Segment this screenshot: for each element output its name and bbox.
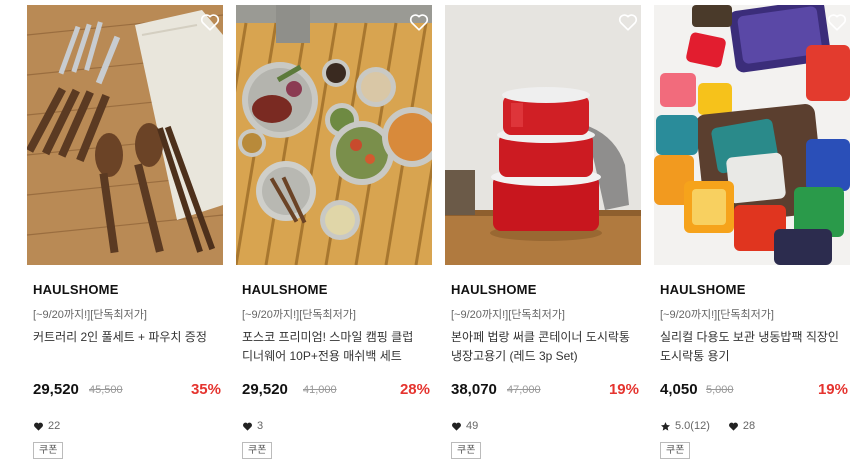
wishlist-heart-icon[interactable]	[199, 11, 221, 33]
star-filled-icon	[661, 421, 670, 431]
product-image-cutlery[interactable]	[27, 5, 223, 265]
product-photo	[27, 5, 223, 265]
product-card[interactable]: HAULSHOME [~9/20까지!][단독최저가] 본아페 법랑 써클 콘테…	[445, 5, 641, 467]
like-count: 3	[257, 420, 264, 432]
product-image-dinnerware[interactable]	[236, 5, 432, 265]
discount-rate: 19%	[608, 381, 639, 398]
original-price: 5,000	[706, 384, 734, 396]
product-title[interactable]: 실리컬 다용도 보관 냉동밥팩 직장인 도시락통 용기	[660, 328, 848, 366]
price-row: 38,070 47,000 19%	[451, 381, 641, 401]
heart-filled-icon	[728, 422, 738, 431]
original-price: 41,000	[303, 384, 337, 396]
wishlist-heart-icon[interactable]	[826, 11, 848, 33]
brand-name[interactable]: HAULSHOME	[33, 282, 119, 297]
product-title[interactable]: 포스코 프리미엄! 스마일 캠핑 클럽 디너웨어 10P+전용 매쉬백 세트	[242, 328, 430, 366]
wishlist-heart-icon[interactable]	[408, 11, 430, 33]
promo-tag: [~9/20까지!][단독최저가]	[33, 309, 147, 321]
sale-price: 29,520	[242, 381, 288, 398]
heart-filled-icon	[243, 422, 252, 431]
brand-name[interactable]: HAULSHOME	[451, 282, 537, 297]
like-count: 49	[466, 420, 479, 432]
coupon-badge: 쿠폰	[242, 442, 273, 459]
price-row: 29,520 45,500 35%	[33, 381, 223, 401]
original-price: 47,000	[507, 384, 541, 396]
product-title[interactable]: 본아페 법랑 써클 콘테이너 도시락통 냉장고용기 (레드 3p Set)	[451, 328, 639, 366]
price-row: 4,050 5,000 19%	[660, 381, 850, 401]
product-meta: 22	[33, 418, 60, 434]
discount-rate: 28%	[399, 381, 430, 398]
like-count: 22	[48, 420, 61, 432]
like-count: 28	[742, 420, 756, 432]
product-meta: 5.0(12) 28	[660, 418, 755, 434]
brand-name[interactable]: HAULSHOME	[660, 282, 746, 297]
product-photo	[445, 5, 641, 265]
product-meta: 49	[451, 418, 478, 434]
product-photo	[236, 5, 432, 265]
promo-tag: [~9/20까지!][단독최저가]	[660, 309, 774, 321]
wishlist-heart-icon[interactable]	[617, 11, 639, 33]
heart-filled-icon	[34, 422, 43, 431]
product-grid: HAULSHOME [~9/20까지!][단독최저가] 커트러리 2인 풀세트 …	[0, 0, 866, 472]
discount-rate: 19%	[817, 381, 848, 398]
product-card[interactable]: HAULSHOME [~9/20까지!][단독최저가] 실리컬 다용도 보관 냉…	[654, 5, 850, 467]
product-title[interactable]: 커트러리 2인 풀세트 + 파우치 증정	[33, 328, 221, 347]
product-card[interactable]: HAULSHOME [~9/20까지!][단독최저가] 커트러리 2인 풀세트 …	[27, 5, 223, 467]
coupon-badge: 쿠폰	[660, 442, 691, 459]
promo-tag: [~9/20까지!][단독최저가]	[242, 309, 356, 321]
coupon-badge: 쿠폰	[33, 442, 64, 459]
price-row: 29,520 41,000 28%	[242, 381, 432, 401]
promo-tag: [~9/20까지!][단독최저가]	[451, 309, 565, 321]
product-image-silicone-containers[interactable]	[654, 5, 850, 265]
sale-price: 4,050	[660, 381, 698, 398]
product-card[interactable]: HAULSHOME [~9/20까지!][단독최저가] 포스코 프리미엄! 스마…	[236, 5, 432, 467]
heart-filled-icon	[452, 422, 461, 431]
brand-name[interactable]: HAULSHOME	[242, 282, 328, 297]
product-meta: 3	[242, 418, 263, 434]
coupon-badge: 쿠폰	[451, 442, 482, 459]
product-image-enamel-containers[interactable]	[445, 5, 641, 265]
sale-price: 38,070	[451, 381, 497, 398]
sale-price: 29,520	[33, 381, 79, 398]
product-photo	[654, 5, 850, 265]
original-price: 45,500	[89, 384, 123, 396]
rating: 5.0(12)	[675, 420, 710, 432]
discount-rate: 35%	[190, 381, 221, 398]
